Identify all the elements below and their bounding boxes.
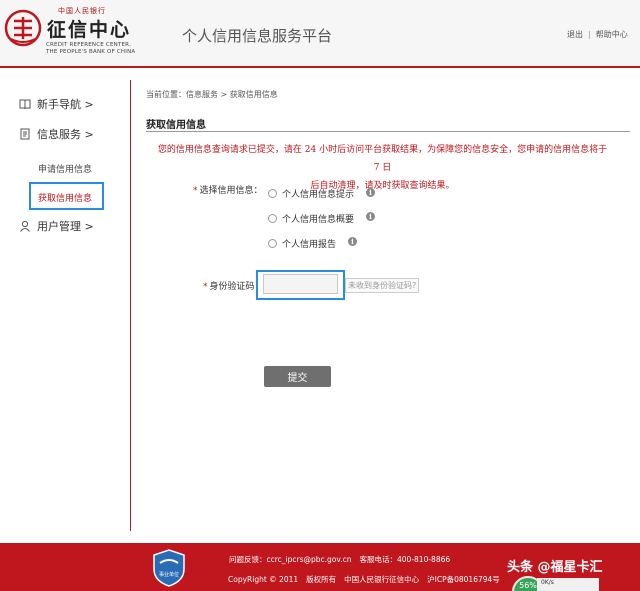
org-text: 中国人民银行征信中心 xyxy=(344,575,420,584)
site-header: 中国人民银行 征信中心 CREDIT REFERENCE CENTER, THE… xyxy=(0,0,640,66)
book-icon xyxy=(19,99,31,109)
option-label: 个人信用信息提示 xyxy=(282,190,355,200)
notice-line-1: 您的信用信息查询请求已提交，请在 24 小时后访问平台获取结果，为保障您的信息安… xyxy=(157,145,608,173)
public-institution-badge-icon: 事业单位 xyxy=(153,549,185,587)
submit-button[interactable]: 提交 xyxy=(264,366,331,387)
highlight-box-input xyxy=(256,270,345,300)
speed-rate: 0K/s xyxy=(541,579,554,586)
info-icon[interactable]: i xyxy=(348,237,357,246)
required-mark: * xyxy=(203,282,208,292)
info-icon[interactable]: i xyxy=(366,212,375,221)
user-icon xyxy=(20,220,30,232)
sidebar-subitem-apply[interactable]: 申请信用信息 xyxy=(38,162,92,175)
sidebar-item-label: 新手导航 > xyxy=(37,98,94,111)
select-info-label-text: 选择信用信息： xyxy=(199,186,263,196)
radio-button[interactable] xyxy=(268,214,277,223)
logo-english-line1: CREDIT REFERENCE CENTER, xyxy=(46,42,132,48)
platform-title: 个人信用信息服务平台 xyxy=(182,27,333,45)
footer-contact: 问题反馈：ccrc_ipcrs@pbc.gov.cn 客服电话：400-810-8… xyxy=(229,554,450,565)
resend-code-link[interactable]: 未收到身份验证码? xyxy=(345,278,420,293)
footer-copyright: CopyRight © 2011 版权所有 中国人民银行征信中心 沪ICP备08016… xyxy=(228,574,500,585)
header-divider xyxy=(0,66,640,68)
sidebar-item-guide[interactable]: 新手导航 > xyxy=(19,96,94,112)
option-credit-report[interactable]: 个人信用报告 xyxy=(268,237,336,250)
sidebar-divider xyxy=(130,80,131,531)
header-links: 退出 | 帮助中心 xyxy=(567,29,628,40)
option-credit-summary[interactable]: 个人信用信息概要 xyxy=(268,212,354,225)
phone-number: 400-810-8866 xyxy=(397,555,451,564)
copyright-text: CopyRight © 2011 xyxy=(228,575,299,584)
icp-link[interactable]: 沪ICP备08016794号 xyxy=(427,575,500,584)
highlight-box-sidebar xyxy=(29,182,104,210)
radio-button[interactable] xyxy=(268,189,277,198)
option-label: 个人信用信息概要 xyxy=(282,215,355,225)
required-mark: * xyxy=(193,186,198,196)
option-label: 个人信用报告 xyxy=(282,240,337,250)
badge-text: 事业单位 xyxy=(159,571,179,578)
watermark: 头条 @福星卡汇 xyxy=(507,560,603,575)
feedback-email-link[interactable]: ccrc_ipcrs@pbc.gov.cn xyxy=(267,555,352,564)
header-separator: | xyxy=(588,30,591,39)
logo-title: 征信中心 xyxy=(47,19,132,41)
page-title: 获取信用信息 xyxy=(146,120,206,131)
info-icon[interactable]: i xyxy=(366,188,375,197)
feedback-label: 问题反馈： xyxy=(229,555,267,564)
radio-button[interactable] xyxy=(268,239,277,248)
rights-text: 版权所有 xyxy=(306,575,337,584)
phone-label: 客服电话： xyxy=(359,555,398,564)
sidebar-item-label: 用户管理 > xyxy=(37,220,94,233)
sidebar-item-user-management[interactable]: 用户管理 > xyxy=(19,218,94,234)
logout-link[interactable]: 退出 xyxy=(567,30,583,39)
logo-english-line2: THE PEOPLE'S BANK OF CHINA xyxy=(46,49,136,55)
breadcrumb: 当前位置：信息服务 > 获取信用信息 xyxy=(146,90,278,99)
speed-panel: 0K/s xyxy=(537,578,599,591)
help-center-link[interactable]: 帮助中心 xyxy=(596,30,628,39)
select-info-label: * 选择信用信息： xyxy=(193,183,263,196)
option-credit-hint[interactable]: 个人信用信息提示 xyxy=(268,187,354,200)
id-code-label: * 身份验证码： xyxy=(203,279,264,292)
credit-center-logo-icon xyxy=(4,9,42,47)
title-divider xyxy=(146,131,630,132)
sidebar-item-label: 信息服务 > xyxy=(37,128,94,141)
document-icon xyxy=(20,128,30,140)
sidebar-item-info-service[interactable]: 信息服务 > xyxy=(19,126,94,142)
